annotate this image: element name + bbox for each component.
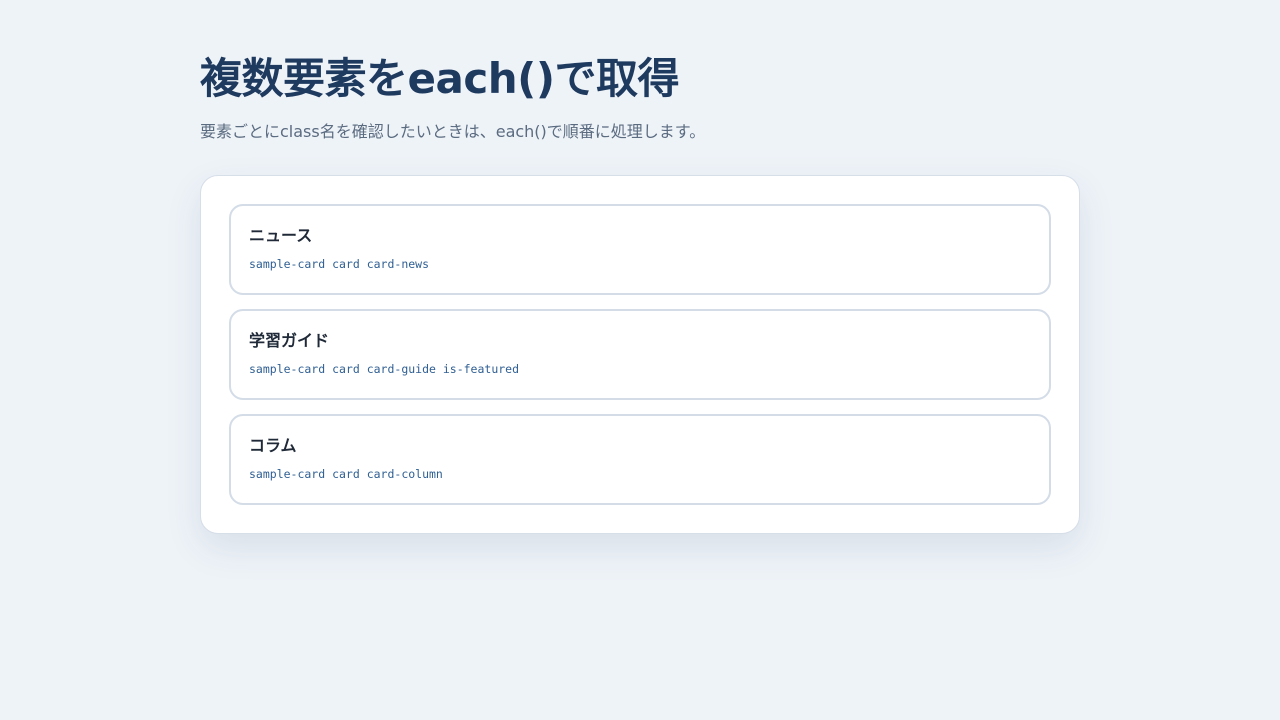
card-class-name: sample-card card card-news xyxy=(249,257,430,271)
page-description: 要素ごとにclass名を確認したいときは、each()で順番に処理します。 xyxy=(200,122,706,141)
page-title: 複数要素をeach()で取得 xyxy=(200,54,680,103)
sample-card-column: コラム sample-card card card-column xyxy=(229,414,1051,505)
card-title: ニュース xyxy=(249,226,313,245)
page-container: 複数要素をeach()で取得 要素ごとにclass名を確認したいときは、each… xyxy=(200,0,1080,534)
card-panel: ニュース sample-card card card-news 学習ガイド sa… xyxy=(200,175,1080,534)
card-title: コラム xyxy=(249,436,297,455)
card-class-name: sample-card card card-column xyxy=(249,467,443,481)
card-title: 学習ガイド xyxy=(249,331,330,350)
sample-card-guide: 学習ガイド sample-card card card-guide is-fea… xyxy=(229,309,1051,400)
sample-card-news: ニュース sample-card card card-news xyxy=(229,204,1051,295)
card-class-name: sample-card card card-guide is-featured xyxy=(249,362,520,376)
